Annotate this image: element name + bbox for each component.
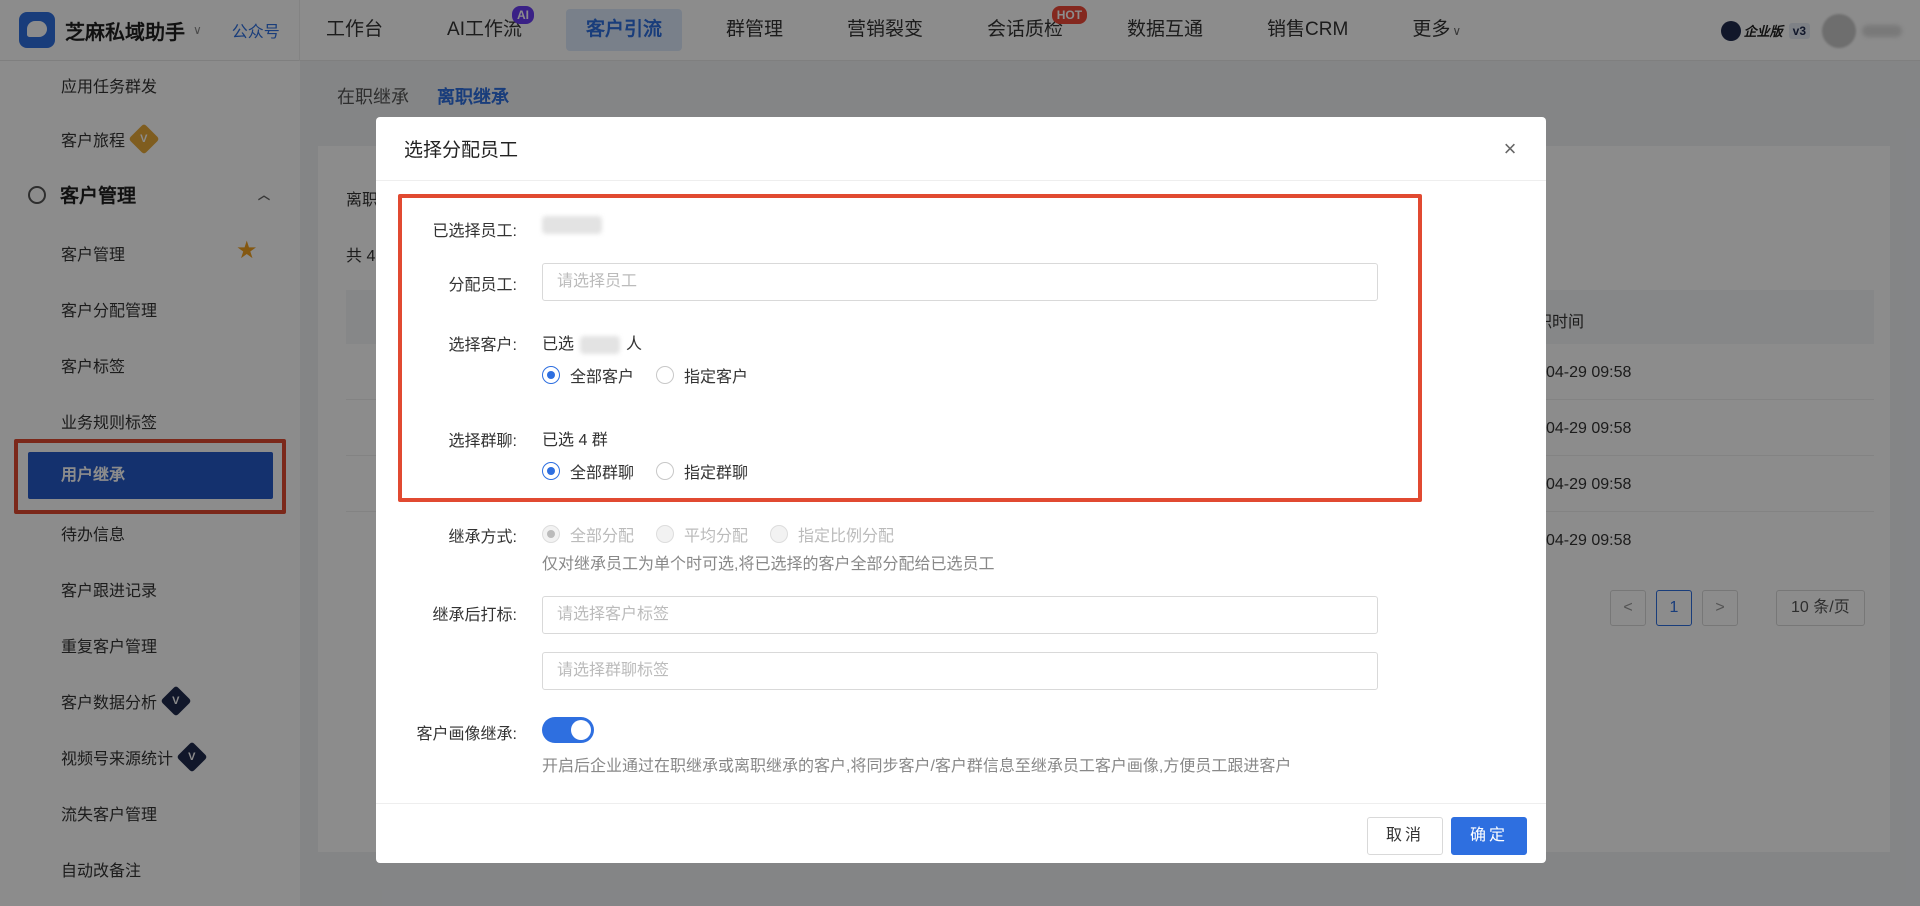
radio-all-customers[interactable]: 全部客户 <box>542 363 634 387</box>
assign-staff-modal: 选择分配员工 × 已选择员工: 分配员工: 请选择员工 选择客户: 已选人 全部… <box>376 117 1546 863</box>
portrait-inherit-toggle[interactable] <box>542 717 594 743</box>
radio-assign-even[interactable]: 平均分配 <box>656 522 748 546</box>
radio-assign-ratio[interactable]: 指定比例分配 <box>770 522 894 546</box>
inherit-method-label: 继承方式: <box>448 529 517 546</box>
cancel-button[interactable]: 取消 <box>1366 817 1443 855</box>
portrait-inherit-hint: 开启后企业通过在职继承或离职继承的客户,将同步客户/客户群信息至继承员工客户画像… <box>542 758 1292 775</box>
radio-all-groups[interactable]: 全部群聊 <box>542 459 634 483</box>
customers-radio-group: 全部客户 指定客户 <box>542 363 770 387</box>
portrait-inherit-label: 客户画像继承: <box>416 726 517 743</box>
assign-staff-select[interactable]: 请选择员工 <box>542 263 1378 301</box>
radio-specific-customers[interactable]: 指定客户 <box>656 363 748 387</box>
radio-assign-all[interactable]: 全部分配 <box>542 522 634 546</box>
customer-tag-select[interactable]: 请选择客户标签 <box>542 596 1378 634</box>
groups-radio-group: 全部群聊 指定群聊 <box>542 459 770 483</box>
selected-customers-count: 已选人 <box>542 335 643 354</box>
modal-footer: 取消 确定 <box>376 803 1546 863</box>
select-groups-label: 选择群聊: <box>448 433 517 450</box>
radio-specific-groups[interactable]: 指定群聊 <box>656 459 748 483</box>
assign-staff-label: 分配员工: <box>448 277 517 294</box>
post-inherit-tag-label: 继承后打标: <box>432 607 517 624</box>
selected-staff-label: 已选择员工: <box>432 223 517 240</box>
method-radio-group: 全部分配 平均分配 指定比例分配 <box>542 522 916 546</box>
close-icon[interactable]: × <box>1498 137 1522 161</box>
select-customers-label: 选择客户: <box>448 337 517 354</box>
confirm-button[interactable]: 确定 <box>1450 817 1527 855</box>
group-tag-select[interactable]: 请选择群聊标签 <box>542 652 1378 690</box>
modal-header: 选择分配员工 <box>376 117 1546 181</box>
selected-staff-value <box>542 216 602 234</box>
selected-groups-count: 已选 4 群 <box>542 432 608 449</box>
modal-title: 选择分配员工 <box>404 140 519 161</box>
inherit-method-hint: 仅对继承员工为单个时可选,将已选择的客户全部分配给已选员工 <box>542 556 995 573</box>
